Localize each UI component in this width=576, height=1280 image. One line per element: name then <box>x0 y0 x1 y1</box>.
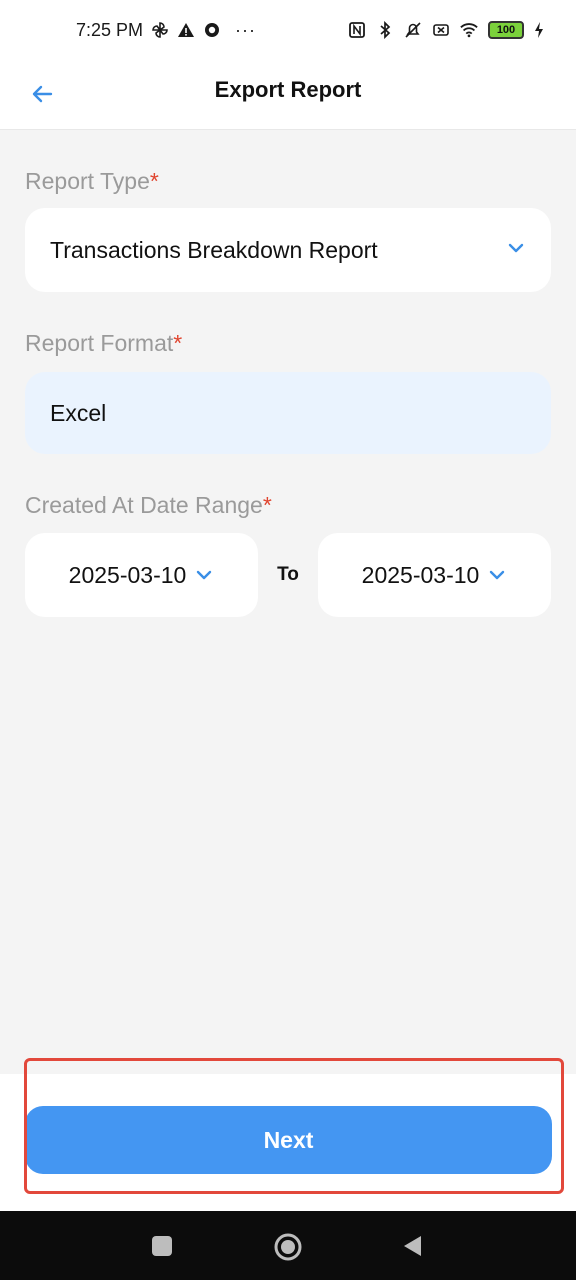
mute-icon <box>404 21 422 39</box>
required-mark: * <box>173 330 183 356</box>
nfc-icon <box>348 21 366 39</box>
date-to-select[interactable]: 2025-03-10 <box>318 533 551 617</box>
report-type-value: Transactions Breakdown Report <box>50 236 378 263</box>
date-from-value: 2025-03-10 <box>68 561 187 588</box>
app-header: Export Report <box>0 60 576 130</box>
date-range-label-text: Created At Date Range <box>25 492 263 518</box>
no-sim-icon <box>432 21 450 39</box>
nav-back-icon[interactable] <box>400 1233 426 1259</box>
report-type-label-text: Report Type <box>25 168 150 194</box>
report-type-select[interactable]: Transactions Breakdown Report <box>25 208 551 292</box>
status-more-dots: ··· <box>235 19 257 40</box>
report-format-field[interactable]: Excel <box>25 372 551 454</box>
date-range-label: Created At Date Range* <box>25 492 272 519</box>
nav-recents-icon[interactable] <box>149 1233 175 1259</box>
chevron-down-icon <box>194 565 214 585</box>
nav-home-icon[interactable] <box>274 1233 302 1261</box>
page-title: Export Report <box>214 77 362 102</box>
report-type-label: Report Type* <box>25 168 159 195</box>
status-bar: 7:25 PM ··· 100 <box>0 0 576 60</box>
report-format-label: Report Format* <box>25 330 182 357</box>
report-format-label-text: Report Format <box>25 330 174 356</box>
chevron-down-icon <box>487 565 507 585</box>
report-format-value: Excel <box>50 399 107 426</box>
next-button[interactable]: Next <box>25 1106 552 1174</box>
status-right: 100 <box>348 21 544 39</box>
status-time: 7:25 PM <box>76 19 144 40</box>
required-mark: * <box>149 168 159 194</box>
chat-bubble-icon <box>203 21 221 39</box>
required-mark: * <box>262 492 272 518</box>
pinwheel-icon <box>151 21 169 39</box>
date-to-value: 2025-03-10 <box>361 561 480 588</box>
system-nav-bar <box>0 1211 576 1280</box>
date-from-select[interactable]: 2025-03-10 <box>25 533 258 617</box>
bluetooth-icon <box>376 21 394 39</box>
chevron-down-icon <box>506 237 526 264</box>
charging-bolt-icon <box>534 21 544 39</box>
warning-icon <box>177 21 195 39</box>
battery-icon: 100 <box>488 21 524 39</box>
status-left: 7:25 PM ··· <box>76 20 256 41</box>
date-separator: To <box>277 564 299 585</box>
wifi-icon <box>460 21 478 39</box>
